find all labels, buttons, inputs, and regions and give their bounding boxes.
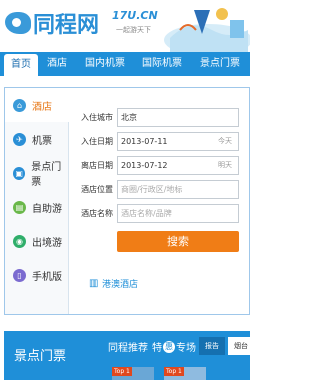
top-rank-tag: Top 1	[112, 367, 132, 376]
checkout-label: 离店日期	[81, 161, 113, 170]
search-button[interactable]: 搜索	[117, 231, 239, 252]
sidebar-item-label: 酒店	[32, 101, 52, 113]
checkin-label: 入住日期	[81, 137, 113, 146]
city-row: 入住城市 北京	[81, 108, 243, 127]
location-input[interactable]: 商圈/行政区/地标	[117, 180, 239, 199]
phone-icon: ▯	[13, 268, 26, 282]
header-banner-illustration	[164, 8, 250, 52]
nav-item-hotel[interactable]: 酒店	[38, 52, 76, 76]
hotel-name-label: 酒店名称	[81, 209, 113, 218]
sidebar-item-hotel[interactable]: ⌂ 酒店	[5, 88, 70, 122]
main-nav: 首页 酒店 国内机票 国际机票 景点门票	[0, 52, 250, 76]
top-rank-tag: Top 1	[164, 367, 184, 376]
category-sidebar: ⌂ 酒店 ✈ 机票 ▣ 景点门票 ▤ 自助游 ◉ 出境游 ▯ 手机版	[5, 88, 70, 314]
checkin-date-input[interactable]: 2013-07-11 今天	[117, 132, 239, 151]
sidebar-item-flights[interactable]: ✈ 机票	[5, 122, 69, 156]
ticket-icon: ▣	[13, 166, 26, 180]
city-tab-1[interactable]: 报告	[199, 337, 225, 355]
sidebar-item-label: 出境游	[32, 237, 62, 249]
hotel-name-row: 酒店名称 酒店名称/品牌	[81, 204, 243, 223]
checkout-date-value: 2013-07-12	[121, 161, 168, 170]
sidebar-item-label: 景点门票	[31, 162, 62, 188]
scenic-tickets-section: 景点门票 同程推荐 特 惠 专场 报告 烟台 Top 1 Top 1	[4, 331, 250, 380]
nav-item-domestic-flights[interactable]: 国内机票	[76, 52, 134, 76]
attraction-photo[interactable]: Top 1	[112, 367, 154, 380]
nav-item-international-flights[interactable]: 国际机票	[134, 52, 190, 76]
logo-mark-icon	[5, 12, 31, 34]
recommend-banner[interactable]: 同程推荐 特 惠 专场	[108, 339, 196, 354]
checkout-weekday: 明天	[218, 161, 232, 169]
city-label: 入住城市	[81, 113, 113, 122]
plane-icon: ✈	[13, 132, 26, 146]
site-header: 同程网 17U.CN 一起游天下	[0, 0, 250, 52]
globe-icon: ◉	[13, 234, 26, 248]
house-icon: ⌂	[13, 98, 26, 112]
sidebar-item-mobile[interactable]: ▯ 手机版	[5, 258, 69, 292]
location-row: 酒店位置 商圈/行政区/地标	[81, 180, 243, 199]
bag-icon: ▤	[13, 200, 26, 214]
checkout-row: 离店日期 2013-07-12 明天	[81, 156, 243, 175]
attraction-photo[interactable]: Top 1	[164, 367, 206, 380]
checkin-weekday: 今天	[218, 137, 232, 145]
checkin-date-value: 2013-07-11	[121, 137, 168, 146]
sidebar-item-self-guided[interactable]: ▤ 自助游	[5, 190, 69, 224]
city-tab-2[interactable]: 烟台	[228, 337, 250, 355]
nav-item-attraction-tickets[interactable]: 景点门票	[190, 52, 250, 76]
nav-item-home[interactable]: 首页	[4, 54, 38, 76]
location-label: 酒店位置	[81, 185, 113, 194]
hk-macau-hotels-label: 港澳酒店	[102, 280, 139, 290]
sidebar-item-label: 手机版	[32, 271, 62, 283]
checkout-date-input[interactable]: 2013-07-12 明天	[117, 156, 239, 175]
logo[interactable]: 同程网	[5, 7, 99, 39]
booking-panel: ⌂ 酒店 ✈ 机票 ▣ 景点门票 ▤ 自助游 ◉ 出境游 ▯ 手机版 入住城市 …	[4, 87, 250, 315]
city-input[interactable]: 北京	[117, 108, 239, 127]
banner-badge: 惠	[163, 340, 175, 353]
building-icon: ▥	[89, 278, 99, 289]
banner-prefix: 同程推荐	[108, 343, 148, 354]
hotel-name-input[interactable]: 酒店名称/品牌	[117, 204, 239, 223]
banner-suffix: 专场	[176, 343, 196, 354]
sidebar-item-tickets[interactable]: ▣ 景点门票	[5, 156, 69, 190]
logo-text: 同程网	[33, 13, 100, 38]
sidebar-item-label: 机票	[32, 135, 52, 147]
sidebar-item-outbound[interactable]: ◉ 出境游	[5, 224, 69, 258]
logo-slogan: 一起游天下	[116, 26, 151, 34]
checkin-row: 入住日期 2013-07-11 今天	[81, 132, 243, 151]
sidebar-item-label: 自助游	[32, 203, 62, 215]
scenic-title: 景点门票	[14, 349, 67, 364]
banner-mid: 特	[152, 343, 162, 354]
hk-macau-hotels-link[interactable]: ▥ 港澳酒店	[89, 277, 138, 290]
